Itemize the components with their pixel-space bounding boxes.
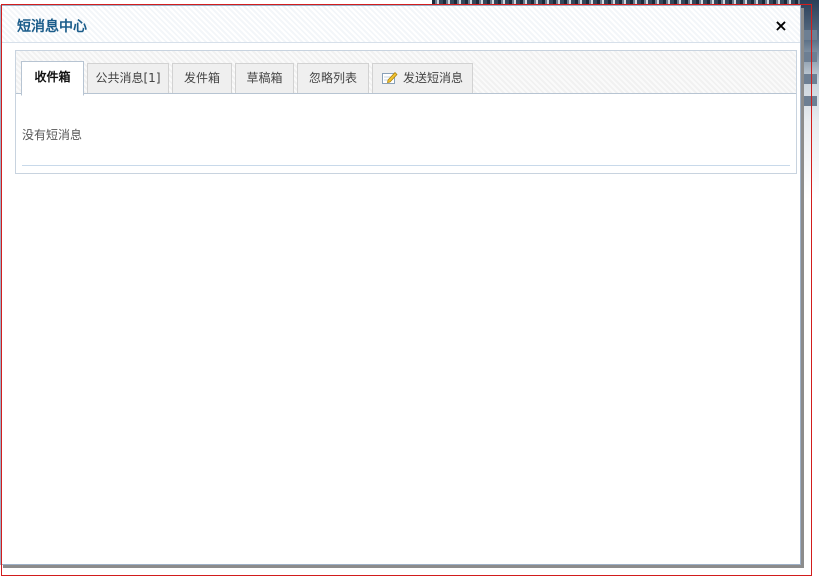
- tab-label: 发送短消息: [402, 71, 463, 85]
- tab-label: 忽略列表: [308, 71, 357, 85]
- pencil-icon: [381, 71, 398, 84]
- background-page-right: [800, 0, 819, 580]
- close-icon[interactable]: ×: [774, 18, 788, 34]
- background-page-bottom: [0, 566, 819, 580]
- content-divider: [22, 165, 790, 166]
- tab-send-message[interactable]: 发送短消息: [372, 63, 473, 93]
- tab-inbox[interactable]: 收件箱: [21, 61, 84, 96]
- background-thumb: [802, 30, 817, 40]
- dialog-title: 短消息中心: [17, 19, 87, 35]
- background-thumb: [802, 52, 817, 62]
- tab-drafts[interactable]: 草稿箱: [235, 63, 294, 93]
- pm-dialog: 短消息中心 × 收件箱 公共消息[1] 发件箱 草稿箱 忽略列表 发送短消息 没…: [0, 5, 801, 565]
- tab-strip: 收件箱 公共消息[1] 发件箱 草稿箱 忽略列表 发送短消息: [16, 51, 796, 96]
- dialog-titlebar: 短消息中心 ×: [1, 6, 800, 42]
- tab-label: 草稿箱: [246, 71, 283, 85]
- tab-public-messages[interactable]: 公共消息[1]: [87, 63, 169, 93]
- tab-label: 公共消息[1]: [95, 71, 161, 85]
- title-divider: [1, 42, 800, 43]
- empty-message-text: 没有短消息: [22, 128, 83, 142]
- tab-outbox[interactable]: 发件箱: [172, 63, 232, 93]
- tab-panel: 收件箱 公共消息[1] 发件箱 草稿箱 忽略列表 发送短消息 没有短消息: [15, 50, 797, 174]
- tab-label: 发件箱: [183, 71, 220, 85]
- background-thumb: [802, 74, 817, 84]
- tab-ignore-list[interactable]: 忽略列表: [297, 63, 369, 93]
- background-thumb: [802, 96, 817, 106]
- tab-label: 收件箱: [34, 70, 71, 84]
